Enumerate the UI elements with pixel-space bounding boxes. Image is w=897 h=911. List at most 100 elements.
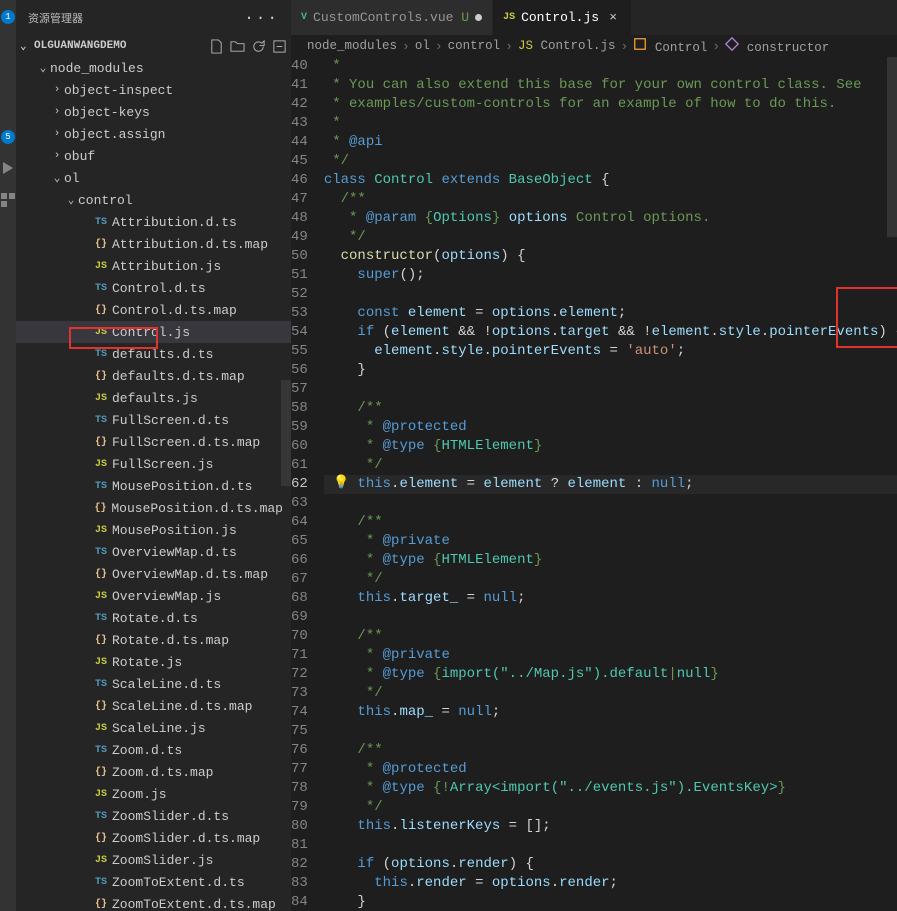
project-row[interactable]: ⌄ OLGUANWANGDEMO (16, 35, 291, 57)
file-item[interactable]: {}ScaleLine.d.ts.map (16, 695, 291, 717)
code-line[interactable]: this.map_ = null; (324, 703, 897, 722)
breadcrumb-item[interactable]: JS Control.js (518, 39, 616, 53)
breadcrumb-item[interactable]: Control (633, 37, 707, 55)
code-line[interactable]: * (324, 57, 897, 76)
folder-item[interactable]: ›object-inspect (16, 79, 291, 101)
code-line[interactable]: * @private (324, 532, 897, 551)
code-line[interactable]: /** (324, 190, 897, 209)
sidebar-scrollbar-thumb[interactable] (281, 380, 291, 486)
folder-item[interactable]: ⌄ol (16, 167, 291, 189)
code-line[interactable]: * @type {!Array<import("../events.js").E… (324, 779, 897, 798)
code-line[interactable]: if (element && !options.target && !eleme… (324, 323, 897, 342)
code-line[interactable]: } (324, 361, 897, 380)
file-item[interactable]: TSScaleLine.d.ts (16, 673, 291, 695)
code-line[interactable]: * @type {HTMLElement} (324, 551, 897, 570)
code-line[interactable] (324, 722, 897, 741)
code-line[interactable]: * @type {HTMLElement} (324, 437, 897, 456)
file-item[interactable]: JSMousePosition.js (16, 519, 291, 541)
extensions-icon[interactable] (0, 192, 16, 208)
folder-item[interactable]: ⌄node_modules (16, 57, 291, 79)
code-line[interactable]: */ (324, 798, 897, 817)
code-line[interactable]: element.style.pointerEvents = 'auto'; (324, 342, 897, 361)
code-line[interactable] (324, 494, 897, 513)
breadcrumb-item[interactable]: node_modules (307, 39, 397, 53)
code-line[interactable] (324, 380, 897, 399)
file-item[interactable]: JSZoomSlider.js (16, 849, 291, 871)
code-line[interactable]: /** (324, 627, 897, 646)
code-line[interactable]: if (options.render) { (324, 855, 897, 874)
code-line[interactable]: const element = options.element; (324, 304, 897, 323)
new-folder-icon[interactable] (230, 39, 245, 54)
new-file-icon[interactable] (209, 39, 224, 54)
file-item[interactable]: {}Attribution.d.ts.map (16, 233, 291, 255)
folder-item[interactable]: ⌄control (16, 189, 291, 211)
file-item[interactable]: JSScaleLine.js (16, 717, 291, 739)
code-line[interactable]: */ (324, 570, 897, 589)
file-item[interactable]: TSFullScreen.d.ts (16, 409, 291, 431)
code-line[interactable]: /** (324, 741, 897, 760)
folder-item[interactable]: ›object.assign (16, 123, 291, 145)
file-item[interactable]: TSAttribution.d.ts (16, 211, 291, 233)
explorer-more-icon[interactable]: ··· (244, 9, 279, 27)
code-line[interactable]: super(); (324, 266, 897, 285)
code-line[interactable]: * @protected (324, 760, 897, 779)
file-item[interactable]: JSOverviewMap.js (16, 585, 291, 607)
editor-tab[interactable]: JSControl.js× (493, 0, 632, 35)
file-item[interactable]: {}FullScreen.d.ts.map (16, 431, 291, 453)
file-item[interactable]: TSZoom.d.ts (16, 739, 291, 761)
file-item[interactable]: TSZoomSlider.d.ts (16, 805, 291, 827)
editor-tab[interactable]: VCustomControls.vue U (291, 0, 493, 35)
code-line[interactable]: * @protected (324, 418, 897, 437)
code-line[interactable]: /** (324, 399, 897, 418)
code-lines[interactable]: * * You can also extend this base for yo… (324, 57, 897, 911)
file-item[interactable]: {}ZoomSlider.d.ts.map (16, 827, 291, 849)
code-line[interactable]: */ (324, 456, 897, 475)
file-item[interactable]: JSFullScreen.js (16, 453, 291, 475)
folder-item[interactable]: ›obuf (16, 145, 291, 167)
file-item[interactable]: TSControl.d.ts (16, 277, 291, 299)
file-item[interactable]: JSAttribution.js (16, 255, 291, 277)
file-item[interactable]: TSOverviewMap.d.ts (16, 541, 291, 563)
file-item[interactable]: JSdefaults.js (16, 387, 291, 409)
folder-item[interactable]: ›object-keys (16, 101, 291, 123)
file-item[interactable]: {}Control.d.ts.map (16, 299, 291, 321)
file-item[interactable]: TSZoomToExtent.d.ts (16, 871, 291, 893)
editor-scrollbar-thumb[interactable] (887, 57, 897, 237)
file-item[interactable]: TSRotate.d.ts (16, 607, 291, 629)
file-item[interactable]: JSControl.js (16, 321, 291, 343)
file-item[interactable]: TSdefaults.d.ts (16, 343, 291, 365)
code-line[interactable]: * (324, 114, 897, 133)
breadcrumbs[interactable]: node_modules›ol›control›JS Control.js› C… (291, 35, 897, 57)
file-item[interactable]: TSMousePosition.d.ts (16, 475, 291, 497)
code-line[interactable]: * @private (324, 646, 897, 665)
file-item[interactable]: {}ZoomToExtent.d.ts.map (16, 893, 291, 911)
collapse-icon[interactable] (272, 39, 287, 54)
debug-icon[interactable] (0, 160, 16, 176)
code-line[interactable]: * examples/custom-controls for an exampl… (324, 95, 897, 114)
code-line[interactable]: * @param {Options} options Control optio… (324, 209, 897, 228)
file-item[interactable]: {}OverviewMap.d.ts.map (16, 563, 291, 585)
breadcrumb-item[interactable]: constructor (725, 37, 829, 55)
code-line[interactable] (324, 285, 897, 304)
code-line[interactable] (324, 608, 897, 627)
code-line[interactable]: this.target_ = null; (324, 589, 897, 608)
file-item[interactable]: {}MousePosition.d.ts.map (16, 497, 291, 519)
file-item[interactable]: {}Rotate.d.ts.map (16, 629, 291, 651)
code-area[interactable]: 4041424344454647484950515253545556575859… (291, 57, 897, 911)
code-line[interactable]: * You can also extend this base for your… (324, 76, 897, 95)
code-line[interactable]: } (324, 893, 897, 911)
code-line[interactable]: this.render = options.render; (324, 874, 897, 893)
code-line[interactable]: /** (324, 513, 897, 532)
file-item[interactable]: {}defaults.d.ts.map (16, 365, 291, 387)
code-line[interactable] (324, 836, 897, 855)
code-line[interactable]: */ (324, 152, 897, 171)
close-icon[interactable]: × (605, 10, 621, 25)
code-line[interactable]: */ (324, 228, 897, 247)
file-item[interactable]: JSRotate.js (16, 651, 291, 673)
code-line[interactable]: this.listenerKeys = []; (324, 817, 897, 836)
breadcrumb-item[interactable]: ol (415, 39, 430, 53)
breadcrumb-item[interactable]: control (448, 39, 501, 53)
code-line[interactable]: class Control extends BaseObject { (324, 171, 897, 190)
lightbulb-icon[interactable]: 💡 (333, 475, 347, 490)
code-line[interactable]: constructor(options) { (324, 247, 897, 266)
